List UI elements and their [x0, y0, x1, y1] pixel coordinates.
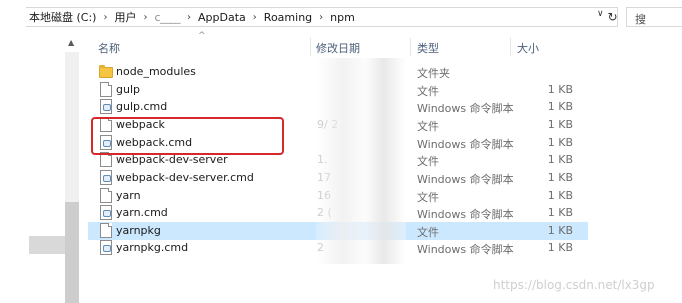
column-header-name[interactable]: 名称: [98, 40, 120, 56]
column-header-type[interactable]: 类型: [417, 40, 439, 56]
annotation-highlight-box: [91, 117, 284, 155]
file-size: 1 KB: [547, 136, 573, 149]
file-type: Windows 命令脚本: [417, 173, 514, 186]
file-icon: [100, 188, 112, 203]
breadcrumb-chevron-icon[interactable]: ›: [249, 12, 261, 23]
file-name: yarn: [116, 189, 141, 202]
file-name: yarnpkg: [116, 224, 161, 237]
redaction-blur: [316, 58, 406, 264]
column-divider[interactable]: [310, 38, 311, 56]
file-type: 文件: [417, 226, 439, 239]
file-name: yarnpkg.cmd: [116, 241, 189, 254]
file-type: Windows 命令脚本: [417, 208, 514, 221]
file-size: 1 KB: [547, 118, 573, 131]
file-name: gulp.cmd: [116, 100, 168, 113]
address-bar[interactable]: 本地磁盘 (C:) › 用户 › c____ › AppData › Roami…: [26, 7, 618, 27]
column-divider[interactable]: [410, 38, 411, 56]
folder-icon: [99, 65, 113, 78]
scrollbar-thumb[interactable]: [65, 202, 79, 303]
cmd-icon: [100, 240, 112, 255]
breadcrumb-chevron-icon[interactable]: ›: [99, 12, 111, 23]
file-size: 1 KB: [547, 83, 573, 96]
column-header-date[interactable]: 修改日期: [316, 40, 360, 56]
file-size: 1 KB: [547, 206, 573, 219]
sort-ascending-icon: ^: [198, 31, 206, 41]
file-type: Windows 命令脚本: [417, 138, 514, 151]
breadcrumb-chevron-icon[interactable]: ›: [183, 12, 195, 23]
address-bar-region: 本地磁盘 (C:) › 用户 › c____ › AppData › Roami…: [0, 0, 682, 30]
file-name: gulp: [116, 83, 140, 96]
file-size: 1 KB: [547, 153, 573, 166]
breadcrumb-roaming[interactable]: Roaming: [261, 11, 315, 24]
file-size: 1 KB: [547, 241, 573, 254]
scroll-up-arrow-icon[interactable]: ▲: [68, 38, 74, 47]
breadcrumb-username[interactable]: c____: [151, 11, 183, 24]
file-type: 文件: [417, 155, 439, 168]
file-size: 1 KB: [547, 224, 573, 237]
breadcrumb-chevron-icon[interactable]: ›: [139, 12, 151, 23]
file-name: yarn.cmd: [116, 206, 168, 219]
search-input[interactable]: 搜: [626, 7, 682, 27]
breadcrumb-users[interactable]: 用户: [111, 9, 139, 25]
file-type: 文件: [417, 191, 439, 204]
file-type: 文件夹: [417, 67, 450, 80]
chevron-down-icon[interactable]: ∨: [597, 9, 604, 19]
file-name: webpack-dev-server.cmd: [116, 171, 254, 184]
search-placeholder: 搜: [635, 13, 646, 26]
breadcrumb-appdata[interactable]: AppData: [195, 11, 249, 24]
column-divider[interactable]: [510, 38, 511, 56]
file-name: node_modules: [116, 65, 196, 78]
file-size: 1 KB: [547, 171, 573, 184]
cmd-icon: [100, 205, 112, 220]
refresh-icon[interactable]: ↻: [606, 7, 619, 27]
column-header-size[interactable]: 大小: [517, 40, 539, 56]
file-type: Windows 命令脚本: [417, 102, 514, 115]
breadcrumb-chevron-icon[interactable]: ›: [315, 12, 327, 23]
file-type: 文件: [417, 85, 439, 98]
file-size: 1 KB: [547, 100, 573, 113]
cmd-icon: [100, 99, 112, 114]
file-type: 文件: [417, 120, 439, 133]
breadcrumb-drive[interactable]: 本地磁盘 (C:): [26, 9, 99, 25]
watermark: https://blog.csdn.net/lx3gp: [493, 278, 655, 292]
breadcrumb-npm[interactable]: npm: [327, 11, 358, 24]
file-type: Windows 命令脚本: [417, 243, 514, 256]
cmd-icon: [100, 170, 112, 185]
file-size: 1 KB: [547, 189, 573, 202]
nav-selected-item[interactable]: [29, 236, 65, 254]
file-icon: [100, 82, 112, 97]
file-icon: [100, 223, 112, 238]
